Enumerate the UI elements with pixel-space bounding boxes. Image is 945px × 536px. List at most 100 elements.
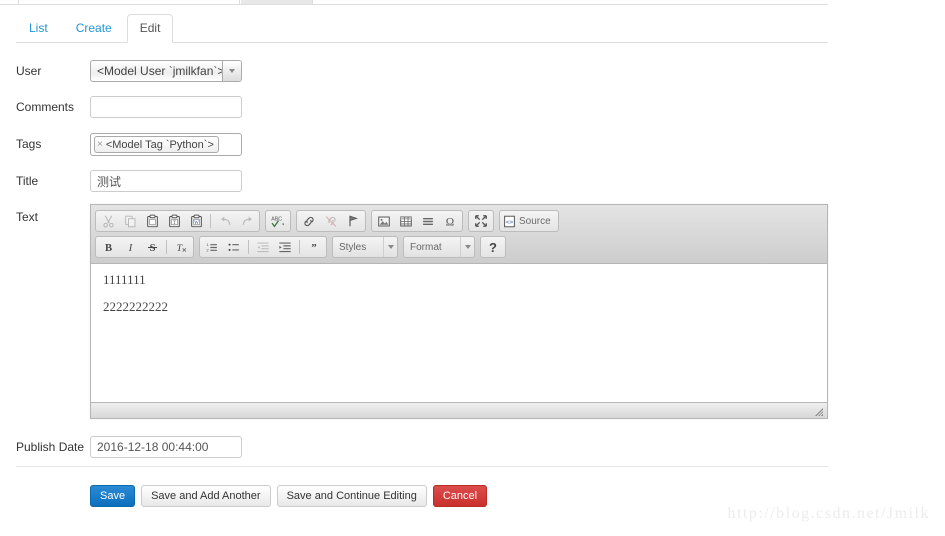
- admin-edit-page: List Create Edit User <Model User `jmilk…: [0, 0, 945, 536]
- watermark-text: http://blog.csdn.net/Jmilk: [727, 505, 930, 522]
- top-strip-segment-right: [314, 0, 828, 4]
- indent-icon[interactable]: [275, 238, 295, 256]
- blockquote-icon[interactable]: ”: [304, 238, 324, 256]
- anchor-icon[interactable]: [343, 212, 363, 230]
- text-style-group: B I S T: [95, 236, 194, 258]
- paste-word-icon[interactable]: W: [186, 212, 206, 230]
- link-icon[interactable]: [299, 212, 319, 230]
- toolbar-separator: [248, 240, 249, 254]
- source-icon: <>: [503, 215, 516, 228]
- tags-label: Tags: [16, 137, 42, 151]
- tag-chip[interactable]: × <Model Tag `Python`>: [94, 136, 219, 153]
- editor-paragraph: 2222222222: [103, 299, 168, 314]
- redo-icon[interactable]: [237, 212, 257, 230]
- tab-create[interactable]: Create: [63, 14, 125, 42]
- styles-combo[interactable]: Styles: [332, 236, 398, 258]
- link-group: [296, 210, 366, 232]
- remove-format-icon[interactable]: T: [171, 238, 191, 256]
- svg-text:<>: <>: [506, 217, 514, 225]
- rich-text-editor[interactable]: T W ABC Ω <> Source B I S T 1 2 ” Styles…: [90, 204, 828, 419]
- tag-chip-label: <Model Tag `Python`>: [105, 138, 214, 151]
- omega-icon[interactable]: Ω: [440, 212, 460, 230]
- source-group: <> Source: [499, 210, 559, 232]
- source-button-label: Source: [519, 215, 551, 227]
- image-icon[interactable]: [374, 212, 394, 230]
- spellcheck-group: ABC: [265, 210, 291, 232]
- save-button[interactable]: Save: [90, 485, 136, 507]
- hr-icon[interactable]: [418, 212, 438, 230]
- user-select[interactable]: <Model User `jmilkfan`>: [90, 60, 242, 82]
- cancel-button[interactable]: Cancel: [432, 485, 488, 507]
- save-and-add-another-button[interactable]: Save and Add Another: [141, 485, 271, 507]
- italic-icon[interactable]: I: [120, 238, 140, 256]
- top-strip-segment-active: [241, 0, 313, 4]
- form-row-user: User <Model User `jmilkfan`>: [0, 60, 945, 84]
- title-label: Title: [16, 174, 39, 188]
- help-icon[interactable]: ?: [483, 238, 503, 256]
- paste-text-icon[interactable]: T: [164, 212, 184, 230]
- editor-content-area[interactable]: 1111111 2222222222: [91, 264, 827, 405]
- comments-label: Comments: [16, 100, 75, 114]
- help-group: ?: [480, 236, 506, 258]
- text-label: Text: [16, 210, 39, 224]
- svg-text:T: T: [173, 221, 176, 226]
- page-top-cutoff-strip: [0, 0, 828, 5]
- form-row-comments: Comments: [0, 96, 945, 120]
- editor-paragraph: 1111111: [103, 272, 146, 287]
- form-row-tags: Tags × <Model Tag `Python`>: [0, 133, 945, 157]
- svg-text:S: S: [149, 243, 155, 254]
- maximize-icon[interactable]: [471, 212, 491, 230]
- footer-divider: [16, 466, 828, 467]
- insert-group: Ω: [371, 210, 463, 232]
- form-row-title: Title: [0, 170, 945, 194]
- format-combo-label: Format: [410, 241, 442, 253]
- comments-input[interactable]: [90, 96, 242, 118]
- svg-text:B: B: [104, 243, 111, 254]
- user-select-arrow[interactable]: [222, 61, 241, 81]
- bulleted-list-icon[interactable]: [224, 238, 244, 256]
- svg-text:2: 2: [206, 247, 209, 252]
- toolbar-separator: [299, 240, 300, 254]
- outdent-icon[interactable]: [253, 238, 273, 256]
- styles-combo-arrow[interactable]: [383, 237, 397, 257]
- copy-icon[interactable]: [120, 212, 140, 230]
- table-icon[interactable]: [396, 212, 416, 230]
- user-label: User: [16, 64, 42, 78]
- editor-toolbar-row-2: B I S T 12 ” Styles Format ?: [95, 235, 825, 259]
- strikethrough-icon[interactable]: S: [142, 238, 162, 256]
- remove-tag-icon[interactable]: ×: [97, 139, 103, 150]
- undo-icon[interactable]: [215, 212, 235, 230]
- nav-tabs: List Create Edit: [16, 14, 828, 43]
- format-combo[interactable]: Format: [403, 236, 475, 258]
- svg-text:Ω: Ω: [446, 216, 454, 228]
- publish-date-input[interactable]: [90, 436, 242, 458]
- title-input[interactable]: [90, 170, 242, 192]
- bold-icon[interactable]: B: [98, 238, 118, 256]
- cut-icon[interactable]: [98, 212, 118, 230]
- svg-text:”: ”: [311, 242, 316, 253]
- svg-text:1: 1: [206, 241, 209, 246]
- format-combo-arrow[interactable]: [460, 237, 474, 257]
- top-strip-segment-left: [18, 0, 240, 4]
- svg-text:ABC: ABC: [271, 216, 282, 222]
- source-button[interactable]: <> Source: [501, 212, 557, 230]
- toolbar-separator: [166, 240, 167, 254]
- clipboard-group: T W: [95, 210, 260, 232]
- form-row-publish-date: Publish Date: [0, 436, 945, 460]
- tags-input[interactable]: × <Model Tag `Python`>: [90, 133, 242, 156]
- unlink-icon[interactable]: [321, 212, 341, 230]
- save-and-continue-editing-button[interactable]: Save and Continue Editing: [276, 485, 427, 507]
- numbered-list-icon[interactable]: 12: [202, 238, 222, 256]
- tab-edit[interactable]: Edit: [126, 14, 174, 43]
- user-select-value: <Model User `jmilkfan`>: [97, 64, 223, 78]
- editor-toolbar: T W ABC Ω <> Source B I S T 1 2 ” Styles…: [91, 205, 827, 264]
- resize-grip-icon[interactable]: [814, 406, 824, 417]
- tab-list[interactable]: List: [16, 14, 61, 42]
- publish-date-label: Publish Date: [16, 440, 85, 454]
- maximize-group: [468, 210, 494, 232]
- spellcheck-icon[interactable]: ABC: [268, 212, 288, 230]
- editor-toolbar-row-1: T W ABC Ω <> Source: [95, 209, 825, 233]
- paste-icon[interactable]: [142, 212, 162, 230]
- chevron-down-icon: [387, 245, 394, 249]
- editor-status-bar: [91, 402, 827, 418]
